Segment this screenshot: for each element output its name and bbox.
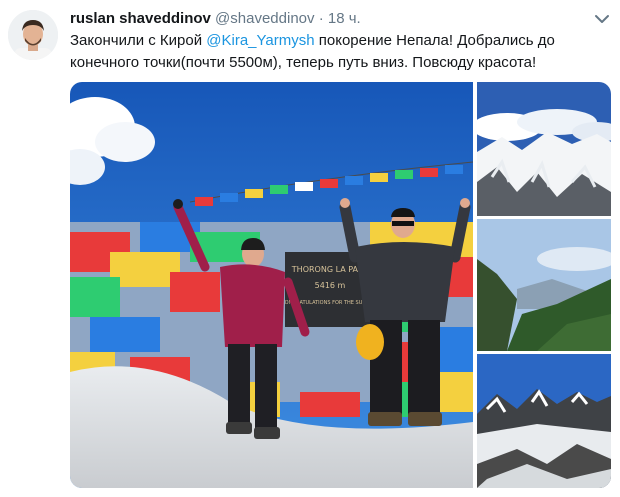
author-name[interactable]: ruslan shaveddinov [70, 10, 211, 27]
mention-link[interactable]: @Kira_Yarmysh [206, 32, 314, 49]
tweet-header: ruslan shaveddinov @shaveddinov · 18 ч. [70, 10, 590, 30]
sign-line1: THORONG LA PASS [291, 265, 368, 274]
avatar[interactable] [8, 10, 58, 60]
sign-line2: 5416 m [315, 281, 346, 290]
tweet-text: Закончили с Кирой @Kira_Yarmysh покорени… [70, 30, 600, 74]
avatar-image [8, 10, 58, 60]
tweet-timestamp[interactable]: 18 ч. [328, 10, 361, 27]
photo-snowy-peaks[interactable] [477, 82, 611, 216]
separator-dot: · [318, 10, 324, 27]
photo-rocky-slopes[interactable] [477, 354, 611, 488]
photo-green-valley[interactable] [477, 219, 611, 351]
author-handle[interactable]: @shaveddinov [215, 10, 314, 27]
media-grid: THORONG LA PASS 5416 m CONGRATULATIONS F… [70, 82, 611, 488]
photo-main-summit[interactable]: THORONG LA PASS 5416 m CONGRATULATIONS F… [70, 82, 473, 488]
tweet-text-part1: Закончили с Кирой [70, 32, 207, 49]
chevron-down-icon[interactable] [594, 12, 610, 26]
